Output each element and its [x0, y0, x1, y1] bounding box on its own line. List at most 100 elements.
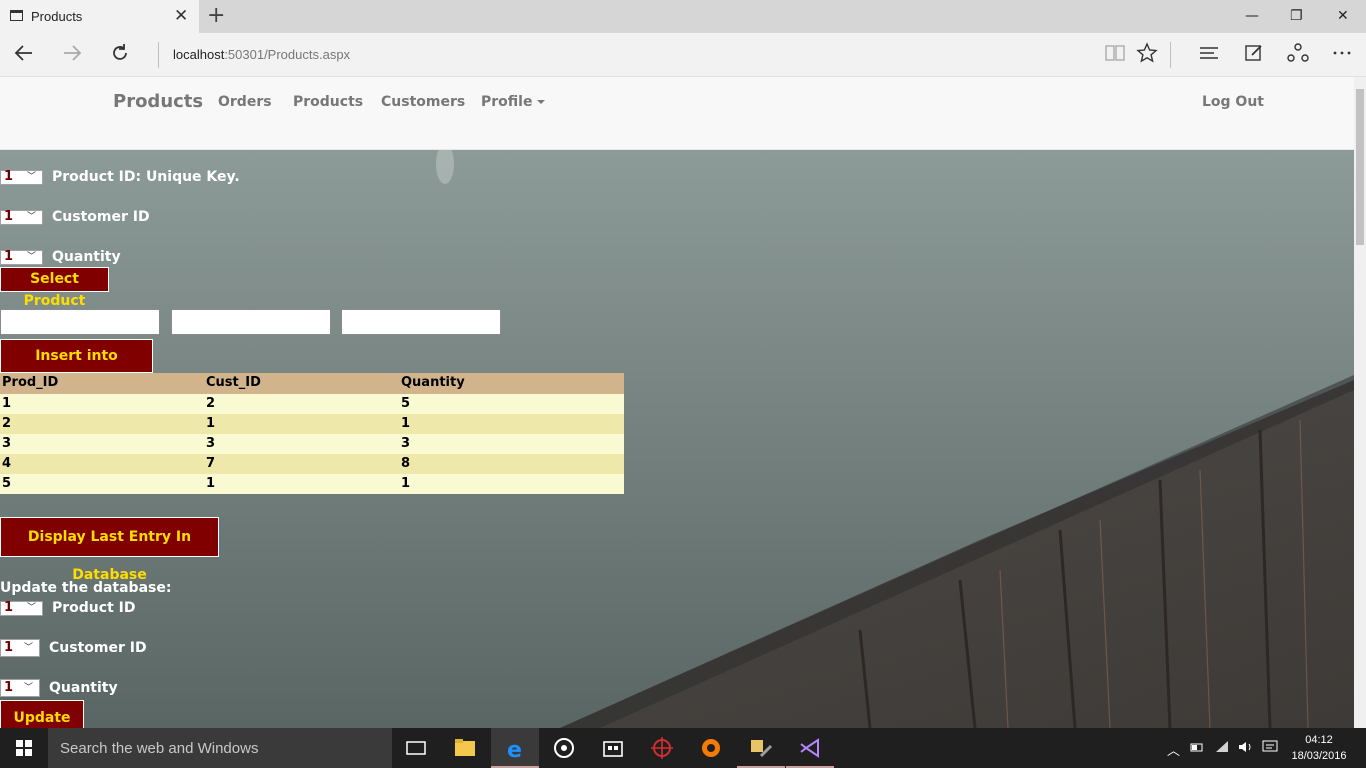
more-icon[interactable]	[1331, 42, 1353, 71]
table-cell: 3	[401, 436, 411, 451]
profile-label: Profile	[481, 94, 533, 110]
address-toolbar: localhost:50301/Products.aspx	[0, 33, 1366, 77]
web-note-icon[interactable]	[1243, 42, 1265, 71]
display-last-entry-button[interactable]: Display Last Entry In Database	[0, 517, 219, 583]
windows-logo-icon	[16, 740, 32, 756]
quantity-selected: 1	[4, 249, 14, 264]
share-icon[interactable]	[1287, 42, 1309, 71]
update-product-id-selected: 1	[4, 600, 14, 615]
page-background: 1 ﹀ Product ID: Unique Key. 1 ﹀ Customer…	[0, 150, 1354, 728]
quantity-input[interactable]	[341, 309, 501, 335]
taskbar-clock[interactable]: 04:12 18/03/2016	[1288, 732, 1350, 764]
table-cell: 1	[206, 416, 216, 431]
column-header: Quantity	[401, 375, 465, 390]
navbar-brand[interactable]: Products	[113, 91, 203, 112]
visual-studio-icon[interactable]	[786, 728, 834, 768]
quantity-dropdown[interactable]: 1 ﹀	[0, 249, 43, 265]
store-icon[interactable]	[589, 728, 637, 768]
windows-taskbar: Search the web and Windows e ︿ 04:12 18/…	[0, 728, 1366, 768]
file-explorer-icon[interactable]	[441, 728, 489, 768]
table-cell: 5	[2, 476, 12, 491]
table-cell: 4	[2, 456, 12, 471]
chevron-down-icon: ﹀	[26, 172, 36, 182]
edge-browser-icon[interactable]: e	[491, 728, 539, 768]
column-header: Cust_ID	[206, 375, 261, 390]
battery-icon[interactable]	[1190, 740, 1204, 758]
chevron-down-icon: ﹀	[26, 603, 36, 613]
page-viewport: Products Orders Products Customers Profi…	[0, 77, 1354, 728]
action-center-icon[interactable]	[1262, 740, 1278, 758]
update-customer-id-label: Customer ID	[49, 640, 147, 656]
volume-icon[interactable]	[1238, 740, 1254, 758]
caret-down-icon	[537, 100, 546, 104]
start-button[interactable]	[0, 728, 48, 768]
scrollbar-thumb[interactable]	[1356, 89, 1364, 245]
close-tab-icon[interactable]: ✕	[174, 5, 188, 27]
hub-icon[interactable]	[1198, 42, 1220, 71]
customer-id-label: Customer ID	[52, 209, 150, 225]
nav-dropdown-profile[interactable]: Profile	[481, 94, 546, 110]
minimize-icon[interactable]: —	[1245, 6, 1259, 26]
favorites-star-icon[interactable]	[1136, 42, 1158, 71]
address-separator	[158, 42, 159, 68]
update-customer-id-dropdown[interactable]: 1 ﹀	[0, 639, 40, 657]
page-icon	[10, 10, 23, 21]
crosshair-app-icon[interactable]	[638, 728, 686, 768]
select-product-button[interactable]: Select Product	[0, 267, 109, 309]
forward-icon[interactable]	[60, 41, 84, 73]
table-cell: 7	[206, 456, 216, 471]
groove-music-icon[interactable]	[540, 728, 588, 768]
product-id-selected: 1	[4, 169, 14, 184]
prod-id-input[interactable]	[0, 309, 160, 335]
wifi-icon[interactable]	[1215, 740, 1231, 758]
taskbar-search-box[interactable]: Search the web and Windows	[48, 728, 392, 768]
back-icon[interactable]	[12, 41, 36, 73]
table-cell: 5	[401, 396, 411, 411]
tab-title: Products	[31, 9, 83, 24]
task-view-icon[interactable]	[392, 728, 440, 768]
maximize-icon[interactable]: ❐	[1290, 6, 1303, 26]
update-button[interactable]: Update	[0, 700, 84, 728]
refresh-icon[interactable]	[108, 41, 132, 73]
update-product-id-dropdown[interactable]: 1 ﹀	[0, 600, 43, 616]
clock-date: 18/03/2016	[1291, 750, 1347, 762]
nav-link-orders[interactable]: Orders	[218, 94, 272, 110]
product-id-label: Product ID: Unique Key.	[52, 169, 240, 185]
table-row: 2 1 1	[0, 414, 624, 434]
show-hidden-icons-icon[interactable]: ︿	[1167, 740, 1180, 759]
products-table: Prod_ID Cust_ID Quantity 1 2 5 2 1 1 3 3…	[0, 373, 624, 494]
nav-link-products[interactable]: Products	[293, 94, 363, 110]
chevron-down-icon: ﹀	[23, 683, 33, 693]
toolbar-separator	[1170, 42, 1171, 68]
url-host: localhost	[173, 47, 225, 62]
nav-link-customers[interactable]: Customers	[381, 94, 465, 110]
product-id-dropdown[interactable]: 1 ﹀	[0, 169, 43, 185]
table-header-row: Prod_ID Cust_ID Quantity	[0, 373, 624, 394]
update-quantity-label: Quantity	[49, 680, 118, 696]
table-cell: 1	[401, 476, 411, 491]
table-cell: 8	[401, 456, 411, 471]
column-header: Prod_ID	[2, 375, 59, 390]
developer-tools-icon[interactable]	[737, 728, 785, 768]
update-product-id-label: Product ID	[52, 600, 136, 616]
table-row: 4 7 8	[0, 454, 624, 474]
table-row: 1 2 5	[0, 394, 624, 414]
browser-tab[interactable]: Products ✕	[0, 0, 199, 33]
avast-antivirus-icon[interactable]	[687, 728, 735, 768]
customer-id-selected: 1	[4, 209, 14, 224]
close-window-icon[interactable]: ✕	[1337, 6, 1349, 26]
new-tab-icon[interactable]: +	[207, 2, 225, 30]
insert-button[interactable]: Insert into Database	[0, 339, 153, 396]
page-scrollbar[interactable]	[1354, 77, 1366, 728]
reading-view-icon[interactable]	[1104, 42, 1126, 71]
logout-link[interactable]: Log Out	[1202, 94, 1264, 110]
update-customer-id-selected: 1	[4, 640, 14, 655]
address-input[interactable]: localhost:50301/Products.aspx	[173, 47, 350, 62]
chevron-down-icon: ﹀	[23, 643, 33, 653]
cust-id-input[interactable]	[171, 309, 331, 335]
url-path: :50301/Products.aspx	[224, 47, 351, 62]
customer-id-dropdown[interactable]: 1 ﹀	[0, 209, 43, 225]
update-quantity-dropdown[interactable]: 1 ﹀	[0, 679, 40, 697]
table-cell: 2	[2, 416, 12, 431]
chevron-down-icon: ﹀	[26, 212, 36, 222]
